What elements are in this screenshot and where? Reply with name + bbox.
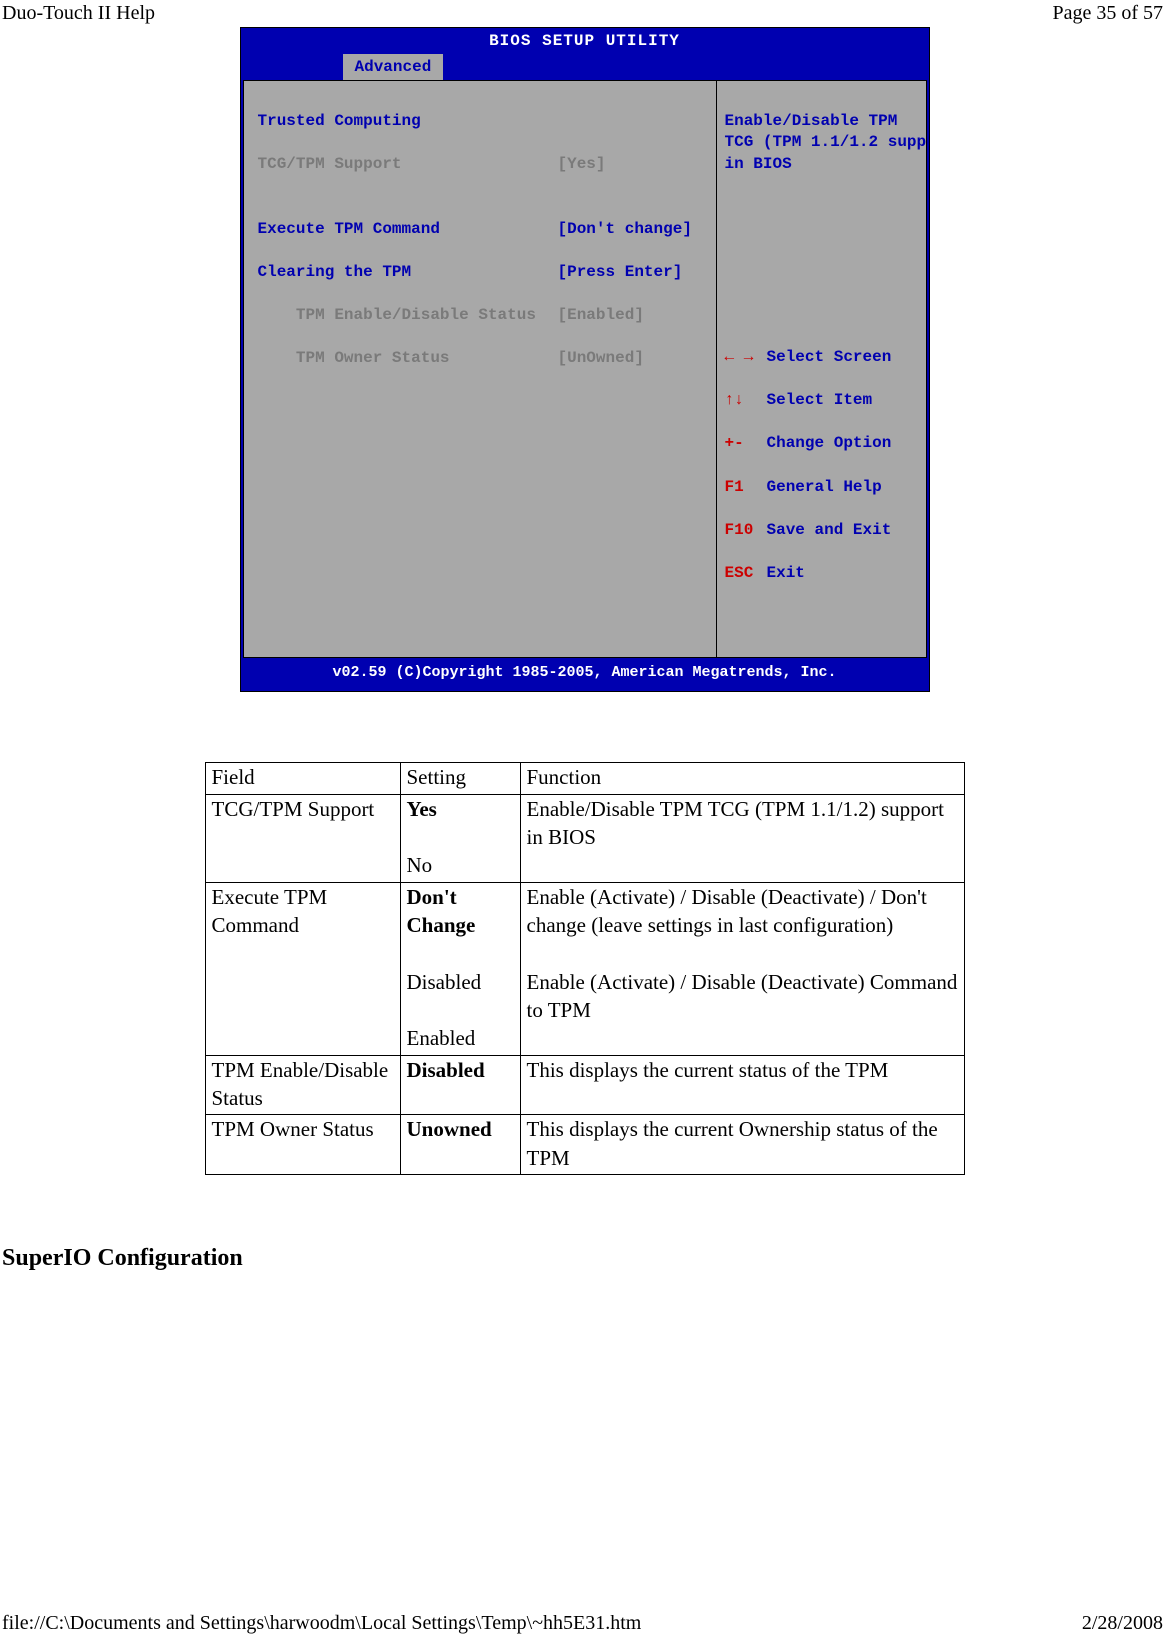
key-line: ↑↓Select Item <box>725 390 918 412</box>
help-line: in BIOS <box>725 155 792 173</box>
th-field: Field <box>205 763 400 794</box>
tab-advanced[interactable]: Advanced <box>343 54 444 80</box>
cell-setting: Unowned <box>400 1115 520 1175</box>
key-desc: Save and Exit <box>767 520 892 542</box>
bios-label: Clearing the TPM <box>258 262 558 284</box>
bios-value: [Enabled] <box>558 305 644 327</box>
setting-bold: Yes <box>407 797 437 821</box>
cell-function: Enable/Disable TPM TCG (TPM 1.1/1.2) sup… <box>520 794 964 882</box>
bios-value: [Yes] <box>558 154 606 176</box>
section-heading-superio: SuperIO Configuration <box>2 1245 1169 1272</box>
bios-screenshot: BIOS SETUP UTILITY Advanced Trusted Comp… <box>240 27 930 692</box>
key-line: ← →Select Screen <box>725 347 918 369</box>
cell-field: Execute TPM Command <box>205 882 400 1055</box>
bios-label: TCG/TPM Support <box>258 154 558 176</box>
table-header-row: Field Setting Function <box>205 763 964 794</box>
key-desc: Select Item <box>767 390 873 412</box>
bios-value: [UnOwned] <box>558 348 644 370</box>
footer-date: 2/28/2008 <box>1082 1612 1163 1635</box>
bios-label: TPM Enable/Disable Status <box>258 305 558 327</box>
bios-body: Trusted Computing TCG/TPM Support[Yes] E… <box>241 80 929 658</box>
key-desc: Exit <box>767 563 805 585</box>
cell-function: This displays the current Ownership stat… <box>520 1115 964 1175</box>
th-function: Function <box>520 763 964 794</box>
table-row: TCG/TPM Support Yes No Enable/Disable TP… <box>205 794 964 882</box>
cell-setting: Don't Change Disabled Enabled <box>400 882 520 1055</box>
cell-function: This displays the current status of the … <box>520 1055 964 1115</box>
cell-setting: Disabled <box>400 1055 520 1115</box>
table-row: Execute TPM Command Don't Change Disable… <box>205 882 964 1055</box>
bios-label: Execute TPM Command <box>258 219 558 241</box>
cell-field: TPM Owner Status <box>205 1115 400 1175</box>
setting-bold: Unowned <box>407 1117 492 1141</box>
doc-title: Duo-Touch II Help <box>2 2 155 25</box>
bios-row-tcg[interactable]: TCG/TPM Support[Yes] <box>258 154 706 176</box>
bios-title-bar: BIOS SETUP UTILITY <box>241 28 929 54</box>
key-key: ↑↓ <box>725 390 767 412</box>
table-row: TPM Owner Status Unowned This displays t… <box>205 1115 964 1175</box>
th-setting: Setting <box>400 763 520 794</box>
function-line: Enable (Activate) / Disable (Deactivate)… <box>527 970 958 1022</box>
help-line: Enable/Disable TPM <box>725 112 898 130</box>
cell-function: Enable (Activate) / Disable (Deactivate)… <box>520 882 964 1055</box>
tab-spacer <box>241 54 343 80</box>
page-header: Duo-Touch II Help Page 35 of 57 <box>0 0 1169 25</box>
bios-row-clear[interactable]: Clearing the TPM[Press Enter] <box>258 262 706 284</box>
bios-key-help: ← →Select Screen ↑↓Select Item +-Change … <box>725 325 918 606</box>
setting-plain: Disabled <box>407 970 482 994</box>
table-row: TPM Enable/Disable Status Disabled This … <box>205 1055 964 1115</box>
footer-path: file://C:\Documents and Settings\harwood… <box>2 1612 641 1635</box>
cell-setting: Yes No <box>400 794 520 882</box>
bios-row-owner-status: TPM Owner Status[UnOwned] <box>258 348 706 370</box>
key-desc: General Help <box>767 477 882 499</box>
key-key: ESC <box>725 563 767 585</box>
help-line: TCG (TPM 1.1/1.2 supp <box>725 133 927 151</box>
key-line: +-Change Option <box>725 433 918 455</box>
cell-field: TPM Enable/Disable Status <box>205 1055 400 1115</box>
bios-right-pane: Enable/Disable TPM TCG (TPM 1.1/1.2 supp… <box>717 80 927 658</box>
description-table-wrap: Field Setting Function TCG/TPM Support Y… <box>205 762 965 1175</box>
key-key: +- <box>725 433 767 455</box>
function-line: Enable (Activate) / Disable (Deactivate)… <box>527 885 927 937</box>
setting-bold: Disabled <box>407 1058 485 1082</box>
bios-label: TPM Owner Status <box>258 348 558 370</box>
key-key: F10 <box>725 520 767 542</box>
description-table: Field Setting Function TCG/TPM Support Y… <box>205 762 965 1175</box>
setting-plain: Enabled <box>407 1026 476 1050</box>
bios-row-exec[interactable]: Execute TPM Command[Don't change] <box>258 219 706 241</box>
cell-field: TCG/TPM Support <box>205 794 400 882</box>
key-desc: Change Option <box>767 433 892 455</box>
panel-heading: Trusted Computing <box>258 112 421 130</box>
key-line: F1General Help <box>725 477 918 499</box>
key-key: ← → <box>725 347 767 369</box>
page-number: Page 35 of 57 <box>1052 2 1163 25</box>
key-line: ESCExit <box>725 563 918 585</box>
bios-left-pane: Trusted Computing TCG/TPM Support[Yes] E… <box>243 80 717 658</box>
bios-footer: v02.59 (C)Copyright 1985-2005, American … <box>241 658 929 691</box>
bios-value: [Don't change] <box>558 219 692 241</box>
key-desc: Select Screen <box>767 347 892 369</box>
bios-value: [Press Enter] <box>558 262 683 284</box>
bios-tabs: Advanced <box>241 54 929 80</box>
key-key: F1 <box>725 477 767 499</box>
setting-plain: No <box>407 853 433 877</box>
page-footer: file://C:\Documents and Settings\harwood… <box>2 1612 1163 1635</box>
setting-bold: Don't Change <box>407 885 476 937</box>
key-line: F10Save and Exit <box>725 520 918 542</box>
bios-row-enable-status: TPM Enable/Disable Status[Enabled] <box>258 305 706 327</box>
